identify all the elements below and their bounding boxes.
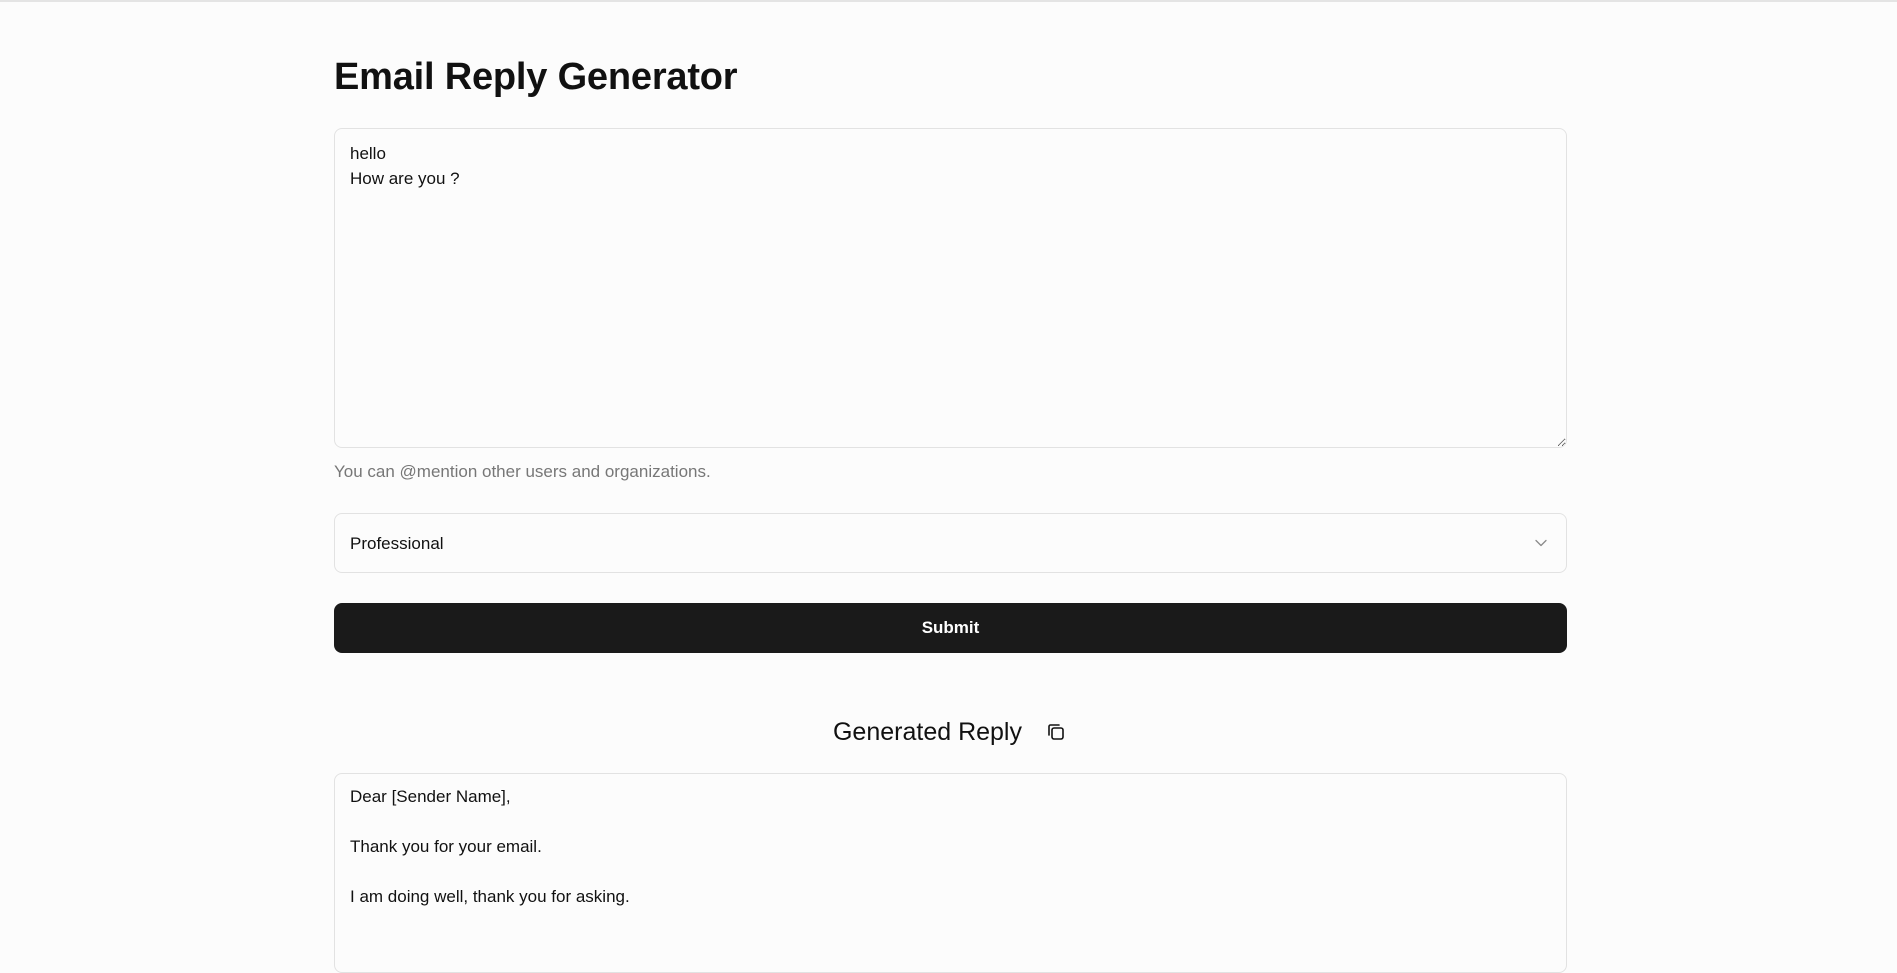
email-input[interactable]: hello How are you ? [334, 128, 1567, 448]
reply-title: Generated Reply [832, 718, 1022, 746]
chevron-down-icon [1535, 539, 1547, 547]
top-divider [0, 0, 1897, 2]
copy-icon [1048, 724, 1064, 740]
reply-line-1: Thank you for your email. [350, 837, 542, 856]
helper-text: You can @mention other users and organiz… [334, 462, 711, 481]
page-title: Email Reply Generator [334, 56, 738, 98]
reply-spacer [350, 809, 1551, 834]
tone-select[interactable]: Professional [334, 513, 1567, 573]
reply-header: Generated Reply [334, 714, 1567, 750]
generated-reply-box[interactable]: Dear [Sender Name], Thank you for your e… [334, 773, 1567, 973]
submit-button[interactable]: Submit [334, 603, 1567, 653]
reply-spacer [350, 859, 1551, 884]
reply-greeting: Dear [Sender Name], [350, 787, 511, 806]
reply-line-2: I am doing well, thank you for asking. [350, 887, 630, 906]
tone-select-value: Professional [350, 534, 444, 553]
copy-button[interactable] [1044, 720, 1068, 744]
